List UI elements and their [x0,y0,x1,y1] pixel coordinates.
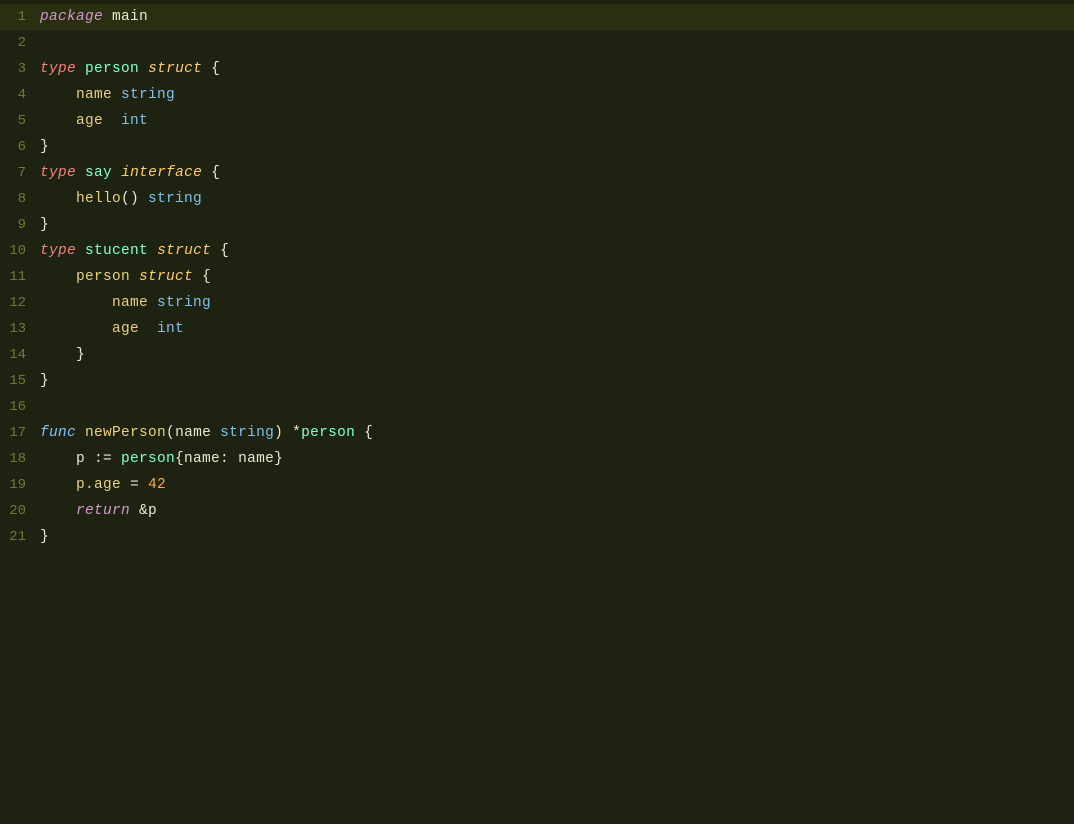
line-9: 9 } [0,212,1074,238]
line-content-10: type stucent struct { [36,243,229,259]
line-2: 2 [0,30,1074,56]
line-content-19: p.age = 42 [36,477,166,493]
line-number-5: 5 [0,113,36,129]
line-content-9: } [36,217,49,233]
line-number-21: 21 [0,529,36,545]
line-16: 16 [0,394,1074,420]
line-number-14: 14 [0,347,36,363]
code-lines: 1 package main 2 3 type person struct { … [0,0,1074,550]
line-number-19: 19 [0,477,36,493]
line-8: 8 hello() string [0,186,1074,212]
line-content-3: type person struct { [36,61,220,77]
line-number-8: 8 [0,191,36,207]
line-number-3: 3 [0,61,36,77]
line-18: 18 p := person{name: name} [0,446,1074,472]
line-number-9: 9 [0,217,36,233]
line-12: 12 name string [0,290,1074,316]
line-content-2 [36,35,49,51]
line-content-4: name string [36,87,175,103]
line-number-1: 1 [0,9,36,25]
line-number-12: 12 [0,295,36,311]
line-number-4: 4 [0,87,36,103]
line-content-6: } [36,139,49,155]
line-content-11: person struct { [36,269,211,285]
line-13: 13 age int [0,316,1074,342]
line-5: 5 age int [0,108,1074,134]
line-20: 20 return &p [0,498,1074,524]
line-content-16 [36,399,49,415]
line-number-7: 7 [0,165,36,181]
line-15: 15 } [0,368,1074,394]
line-content-12: name string [36,295,211,311]
code-editor[interactable]: 1 package main 2 3 type person struct { … [0,0,1074,824]
line-7: 7 type say interface { [0,160,1074,186]
line-3: 3 type person struct { [0,56,1074,82]
line-content-13: age int [36,321,184,337]
line-content-17: func newPerson(name string) *person { [36,425,373,441]
line-content-21: } [36,529,49,545]
line-content-18: p := person{name: name} [36,451,283,467]
line-10: 10 type stucent struct { [0,238,1074,264]
line-content-15: } [36,373,49,389]
line-17: 17 func newPerson(name string) *person { [0,420,1074,446]
line-19: 19 p.age = 42 [0,472,1074,498]
line-content-14: } [36,347,85,363]
line-number-18: 18 [0,451,36,467]
line-21: 21 } [0,524,1074,550]
line-number-6: 6 [0,139,36,155]
line-content-1: package main [36,9,148,25]
line-content-5: age int [36,113,148,129]
line-number-13: 13 [0,321,36,337]
line-number-20: 20 [0,503,36,519]
line-number-10: 10 [0,243,36,259]
line-number-11: 11 [0,269,36,285]
line-number-17: 17 [0,425,36,441]
line-11: 11 person struct { [0,264,1074,290]
line-number-15: 15 [0,373,36,389]
line-1: 1 package main [0,4,1074,30]
line-content-20: return &p [36,503,157,519]
line-14: 14 } [0,342,1074,368]
line-number-16: 16 [0,399,36,415]
line-6: 6 } [0,134,1074,160]
line-content-7: type say interface { [36,165,220,181]
line-4: 4 name string [0,82,1074,108]
line-number-2: 2 [0,35,36,51]
line-content-8: hello() string [36,191,202,207]
